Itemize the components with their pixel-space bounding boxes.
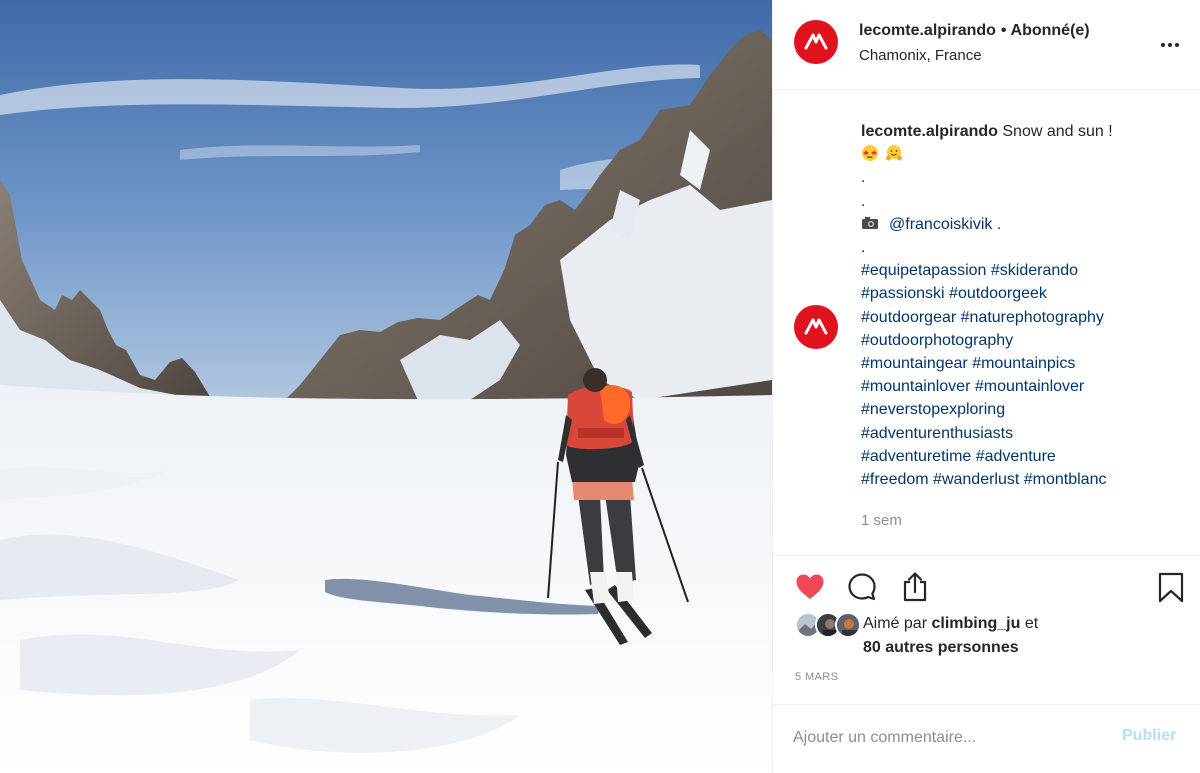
caption-time-ago[interactable]: 1 sem (861, 512, 902, 529)
author-username[interactable]: lecomte.alpirando (859, 22, 996, 39)
caption-dot: . (861, 192, 866, 210)
comment-bar: Publier (773, 704, 1200, 773)
likes-summary: Aimé par climbing_ju et 80 autres person… (795, 612, 1195, 662)
hashtag-line[interactable]: #adventurenthusiasts (861, 422, 1181, 445)
mention-suffix: . (996, 215, 1002, 233)
publish-button[interactable]: Publier (1122, 727, 1176, 745)
comment-icon[interactable] (847, 572, 877, 602)
liker-avatar-image (837, 614, 859, 636)
hugging-emoji-icon (886, 145, 902, 161)
comment-input[interactable] (793, 725, 1113, 751)
camera-icon (862, 216, 878, 229)
instagram-post: lecomte.alpirando • Abonné(e) Chamonix, Fr… (0, 0, 1200, 773)
star-struck-emoji-icon (862, 145, 878, 162)
post-caption: lecomte.alpirando Snow and sun ! . . @fr… (861, 120, 1181, 491)
separator-dot: • (1000, 22, 1007, 39)
hashtag-line[interactable]: #adventuretime #adventure (861, 445, 1181, 468)
post-actions-bar (773, 555, 1200, 615)
caption-dot: . (861, 239, 866, 257)
liked-by-prefix: Aimé par (863, 615, 928, 632)
caption-text: Snow and sun ! (1002, 123, 1113, 140)
more-options-icon[interactable] (1159, 34, 1181, 56)
author-line: lecomte.alpirando • Abonné(e) (859, 22, 1090, 40)
post-location[interactable]: Chamonix, France (859, 47, 982, 64)
other-likers-link[interactable]: 80 autres personnes (863, 639, 1019, 657)
post-photo[interactable] (0, 0, 772, 773)
hashtag-line[interactable]: #neverstopexploring (861, 398, 1181, 421)
caption-first-line: lecomte.alpirando Snow and sun ! (861, 120, 1181, 143)
heart-icon[interactable] (795, 573, 825, 601)
hashtag-line[interactable]: #mountainlover #mountainlover (861, 375, 1181, 398)
hashtag-line[interactable]: #outdoorgear #naturephotography (861, 306, 1181, 329)
post-header: lecomte.alpirando • Abonné(e) Chamonix, Fr… (773, 0, 1200, 90)
bookmark-icon[interactable] (1157, 572, 1185, 604)
brand-logo-icon (804, 33, 828, 50)
ski-touring-photo (0, 0, 772, 773)
caption-author-avatar[interactable] (794, 305, 838, 349)
hashtag-line[interactable]: #mountaingear #mountainpics (861, 352, 1181, 375)
hashtag-line[interactable]: #passionski #outdoorgeek (861, 282, 1181, 305)
liked-by-line: Aimé par climbing_ju et (863, 615, 1038, 633)
caption-emoji-line (861, 143, 1181, 166)
liker-username[interactable]: climbing_ju (931, 615, 1020, 632)
liked-by-conjunction: et (1024, 615, 1039, 632)
brand-logo-icon (804, 318, 828, 335)
post-date[interactable]: 5 MARS (795, 671, 838, 683)
share-icon[interactable] (900, 571, 930, 603)
post-side-panel: lecomte.alpirando • Abonné(e) Chamonix, Fr… (772, 0, 1200, 773)
caption-dot: . (861, 169, 866, 187)
hashtag-line[interactable]: #equipetapassion #skiderando (861, 259, 1181, 282)
follow-status-button[interactable]: Abonné(e) (1011, 22, 1090, 39)
caption-username[interactable]: lecomte.alpirando (861, 123, 998, 140)
author-avatar[interactable] (794, 20, 838, 64)
hashtag-line[interactable]: #freedom #wanderlust #montblanc (861, 468, 1181, 491)
liker-avatar[interactable] (835, 612, 861, 638)
photographer-mention[interactable]: @francoiskivik (889, 216, 992, 233)
caption-credit-line: @francoiskivik . (861, 213, 1181, 236)
hashtag-line[interactable]: #outdoorphotography (861, 329, 1181, 352)
